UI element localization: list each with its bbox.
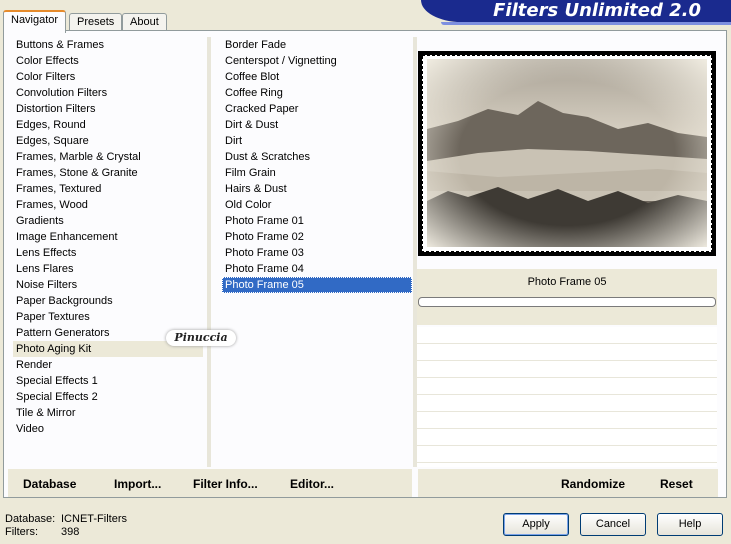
status-database-row: Database: ICNET-Filters (5, 513, 127, 526)
category-item[interactable]: Special Effects 1 (13, 373, 203, 389)
parameter-rows (417, 327, 717, 467)
filter-item[interactable]: Film Grain (222, 165, 412, 181)
filter-item[interactable]: Photo Frame 03 (222, 245, 412, 261)
category-item[interactable]: Render (13, 357, 203, 373)
filter-item[interactable]: Dirt (222, 133, 412, 149)
filter-item[interactable]: Photo Frame 02 (222, 229, 412, 245)
filter-item[interactable]: Photo Frame 04 (222, 261, 412, 277)
cancel-button-label: Cancel (595, 518, 631, 530)
status-area: Database: ICNET-Filters Filters: 398 (5, 513, 127, 539)
database-button-label: Database (23, 477, 77, 491)
category-item[interactable]: Paper Backgrounds (13, 293, 203, 309)
apply-button[interactable]: Apply (503, 513, 569, 536)
help-button[interactable]: Help (657, 513, 723, 536)
status-filters-row: Filters: 398 (5, 526, 127, 539)
slider-row (417, 295, 717, 325)
category-item[interactable]: Frames, Wood (13, 197, 203, 213)
filter-item[interactable]: Dirt & Dust (222, 117, 412, 133)
category-item[interactable]: Paper Textures (13, 309, 203, 325)
editor-button-label: Editor... (290, 477, 335, 491)
status-database-label: Database: (5, 513, 56, 525)
tab-presets-label: Presets (77, 16, 115, 28)
category-item[interactable]: Special Effects 2 (13, 389, 203, 405)
import-button[interactable]: Import... (114, 477, 161, 491)
database-button[interactable]: Database (23, 477, 76, 491)
category-item[interactable]: Frames, Stone & Granite (13, 165, 203, 181)
status-database-value: ICNET-Filters (61, 513, 127, 525)
column-divider (207, 37, 211, 467)
tab-presets[interactable]: Presets (69, 13, 123, 31)
filter-item[interactable]: Old Color (222, 197, 412, 213)
banner-accent-strip (441, 22, 731, 25)
category-list[interactable]: Buttons & Frames Color Effects Color Filte… (13, 37, 203, 437)
watermark: Pinuccia (166, 330, 236, 346)
filter-item[interactable]: Coffee Ring (222, 85, 412, 101)
filter-item[interactable]: Photo Frame 01 (222, 213, 412, 229)
filter-list[interactable]: Border Fade Centerspot / Vignetting Coffee… (222, 37, 412, 293)
tab-about-label: About (130, 16, 159, 28)
status-filters-value: 398 (61, 526, 80, 538)
app-title-banner: Filters Unlimited 2.0 (421, 0, 731, 22)
category-item[interactable]: Edges, Square (13, 133, 203, 149)
preview-area (418, 51, 716, 256)
category-item[interactable]: Edges, Round (13, 117, 203, 133)
category-item[interactable]: Image Enhancement (13, 229, 203, 245)
category-item[interactable]: Buttons & Frames (13, 37, 203, 53)
filter-item[interactable]: Cracked Paper (222, 101, 412, 117)
category-item[interactable]: Convolution Filters (13, 85, 203, 101)
editor-button[interactable]: Editor... (290, 477, 334, 491)
status-filters-label: Filters: (5, 526, 38, 538)
reset-button[interactable]: Reset (660, 477, 693, 491)
selected-filter-name: Photo Frame 05 (417, 269, 717, 295)
filter-item[interactable]: Photo Frame 05 (222, 277, 412, 293)
category-item[interactable]: Frames, Marble & Crystal (13, 149, 203, 165)
parameter-slider[interactable] (418, 297, 716, 307)
filter-item[interactable]: Dust & Scratches (222, 149, 412, 165)
filter-info-button-label: Filter Info... (193, 477, 258, 491)
category-item[interactable]: Distortion Filters (13, 101, 203, 117)
category-item[interactable]: Video (13, 421, 203, 437)
filter-info-button[interactable]: Filter Info... (193, 477, 258, 491)
filter-item[interactable]: Border Fade (222, 37, 412, 53)
filter-item[interactable]: Coffee Blot (222, 69, 412, 85)
filter-item[interactable]: Hairs & Dust (222, 181, 412, 197)
import-button-label: Import... (114, 477, 162, 491)
randomize-button-label: Randomize (561, 477, 626, 491)
cancel-button[interactable]: Cancel (580, 513, 646, 536)
reset-button-label: Reset (660, 477, 693, 491)
preview-image (418, 51, 716, 256)
category-item[interactable]: Color Filters (13, 69, 203, 85)
filter-item[interactable]: Centerspot / Vignetting (222, 53, 412, 69)
category-item[interactable]: Lens Flares (13, 261, 203, 277)
category-item[interactable]: Color Effects (13, 53, 203, 69)
apply-button-label: Apply (522, 518, 550, 530)
help-button-label: Help (678, 518, 702, 530)
tab-about[interactable]: About (122, 13, 167, 31)
category-item[interactable]: Tile & Mirror (13, 405, 203, 421)
filter-controls: Photo Frame 05 (417, 269, 717, 325)
tab-navigator[interactable]: Navigator (3, 10, 67, 33)
tab-navigator-label: Navigator (11, 14, 59, 26)
randomize-button[interactable]: Randomize (561, 477, 625, 491)
category-item[interactable]: Gradients (13, 213, 203, 229)
category-item[interactable]: Frames, Textured (13, 181, 203, 197)
category-item[interactable]: Lens Effects (13, 245, 203, 261)
navigator-panel: Buttons & Frames Color Effects Color Filte… (3, 30, 727, 498)
category-item[interactable]: Noise Filters (13, 277, 203, 293)
